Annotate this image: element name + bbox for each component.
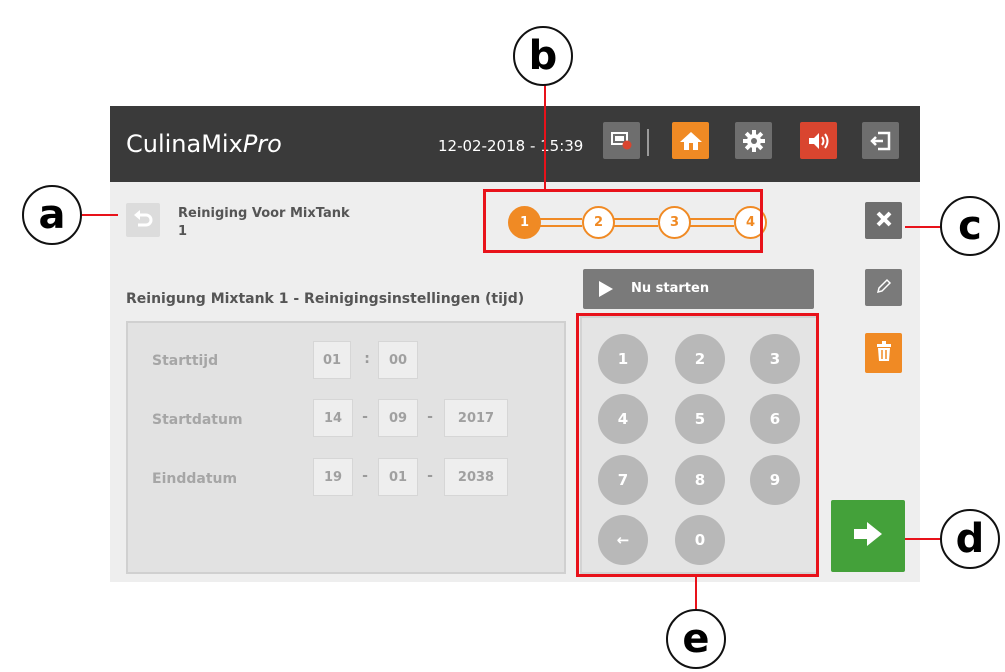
callout-c: c <box>940 196 1000 256</box>
callout-b: b <box>513 26 573 86</box>
date-time: 12-02-2018 - 15:39 <box>438 137 584 155</box>
steps-highlight <box>483 189 763 253</box>
start-now-label: Nu starten <box>631 281 710 296</box>
callout-e: e <box>666 609 726 669</box>
top-bar: CulinaMixPro 12-02-2018 - 15:39 <box>110 106 920 182</box>
end-date-year-field[interactable]: 2038 <box>444 458 508 496</box>
close-button[interactable] <box>865 202 902 239</box>
start-date-label: Startdatum <box>152 412 243 428</box>
end-date-month-field[interactable]: 01 <box>378 458 418 496</box>
arrow-right-icon <box>852 520 884 552</box>
logout-button[interactable] <box>862 122 899 159</box>
pencil-icon <box>875 277 893 299</box>
section-title: Reinigung Mixtank 1 - Reinigingsinstelli… <box>126 291 525 307</box>
next-button[interactable] <box>831 500 905 572</box>
keypad-highlight <box>576 313 819 577</box>
start-time-hour-field[interactable]: 01 <box>313 341 351 379</box>
trash-icon <box>875 340 893 366</box>
screen-settings-icon <box>610 131 633 151</box>
delete-button[interactable] <box>865 333 902 373</box>
home-icon <box>678 130 704 152</box>
time-separator: : <box>364 351 370 367</box>
start-time-minute-field[interactable]: 00 <box>378 341 418 379</box>
record-title: Reiniging Voor MixTank 1 <box>178 205 398 241</box>
start-time-label: Starttijd <box>152 353 219 369</box>
end-date-day-field[interactable]: 19 <box>313 458 353 496</box>
start-date-year-field[interactable]: 2017 <box>444 399 508 437</box>
date-separator: - <box>362 409 368 425</box>
undo-icon <box>132 208 154 232</box>
start-date-month-field[interactable]: 09 <box>378 399 418 437</box>
callout-line-c <box>905 226 945 228</box>
callout-a: a <box>22 185 82 245</box>
speaker-icon <box>807 131 831 151</box>
callout-d: d <box>940 509 1000 569</box>
home-button[interactable] <box>672 122 709 159</box>
close-icon <box>875 210 893 232</box>
start-date-day-field[interactable]: 14 <box>313 399 353 437</box>
record-title-line1: Reiniging Voor MixTank <box>178 206 350 221</box>
record-title-line2: 1 <box>178 224 188 239</box>
settings-button[interactable] <box>735 122 772 159</box>
start-now-button[interactable]: Nu starten <box>583 269 814 309</box>
logout-icon <box>869 131 892 151</box>
toolbar-divider <box>647 129 649 156</box>
edit-button[interactable] <box>865 269 902 306</box>
manual-figure: CulinaMixPro 12-02-2018 - 15:39 Reinigin… <box>0 0 1005 672</box>
callout-line-a <box>82 214 118 216</box>
back-button[interactable] <box>126 203 160 237</box>
callout-line-b <box>544 84 546 190</box>
screen-settings-button[interactable] <box>603 122 640 159</box>
date-separator: - <box>427 409 433 425</box>
sound-button[interactable] <box>800 122 837 159</box>
play-icon <box>599 281 613 297</box>
callout-line-d <box>905 538 945 540</box>
date-separator: - <box>362 468 368 484</box>
date-separator: - <box>427 468 433 484</box>
cleaning-settings-panel: Starttijd 01 : 00 Startdatum 14 - 09 - 2… <box>126 321 566 574</box>
end-date-label: Einddatum <box>152 471 238 487</box>
brand-logo: CulinaMixPro <box>126 130 282 158</box>
gear-icon <box>742 129 765 152</box>
